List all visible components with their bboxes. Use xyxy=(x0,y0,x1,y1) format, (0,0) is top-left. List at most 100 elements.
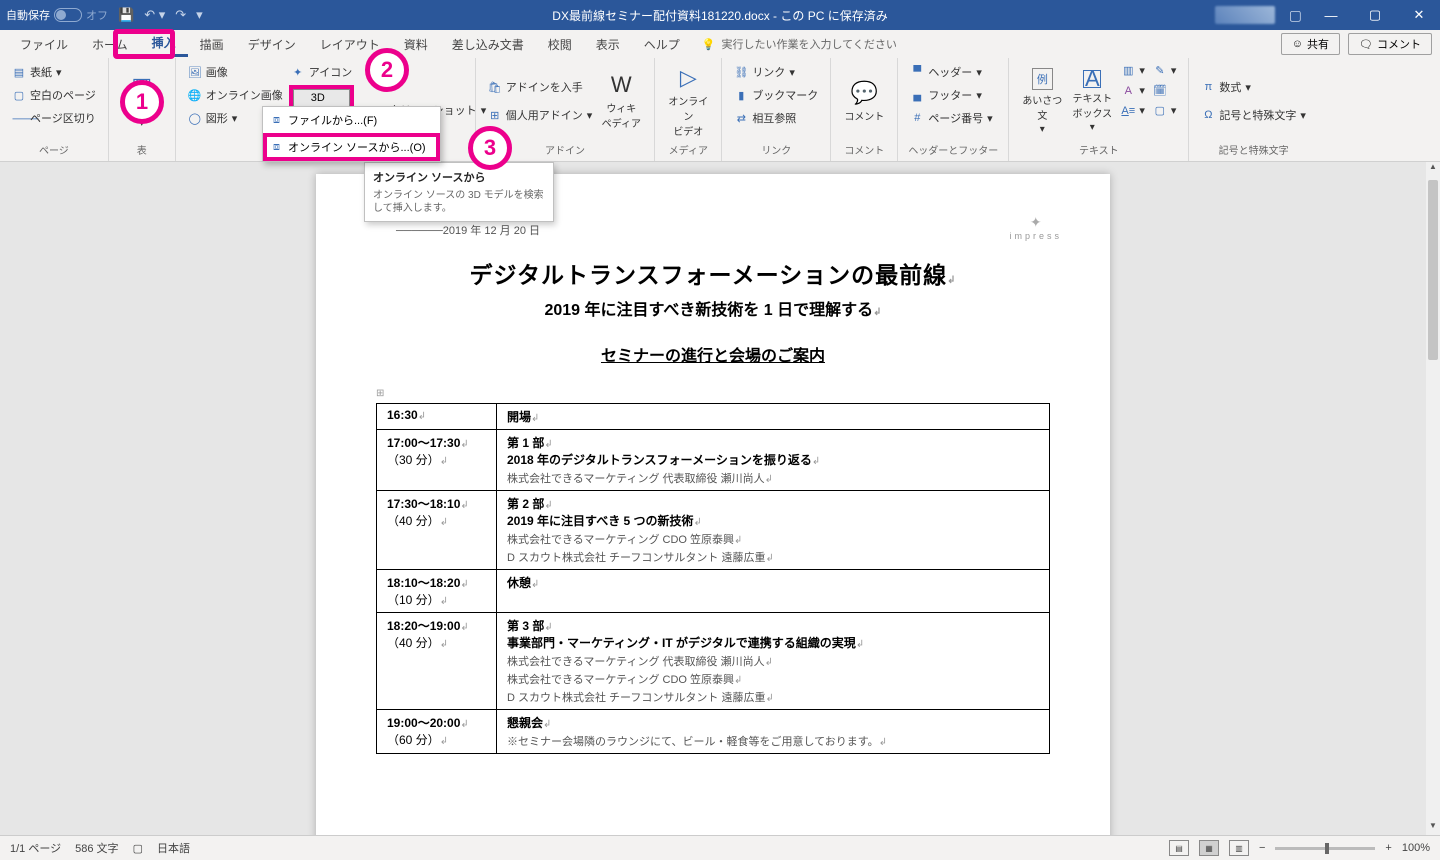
autosave-toggle[interactable]: 自動保存 オフ xyxy=(6,7,108,23)
tab-design[interactable]: デザイン xyxy=(236,31,308,57)
object-button[interactable]: ▢▾ xyxy=(1151,102,1179,119)
ribbon-display-icon[interactable]: ▢ xyxy=(1289,7,1302,24)
doc-heading-2: 2019 年に注目すべき新技術を 1 日で理解する↲ xyxy=(376,296,1050,320)
menu-from-file[interactable]: ⧈ファイルから...(F) xyxy=(263,107,440,133)
view-web-button[interactable]: ▥ xyxy=(1229,840,1249,856)
tab-file[interactable]: ファイル xyxy=(8,31,80,57)
link-button[interactable]: ⛓リンク ▾ xyxy=(732,62,820,82)
pictures-button[interactable]: 🖼画像 xyxy=(186,62,285,82)
comment-icon: 💬 xyxy=(851,80,878,106)
menu-from-online[interactable]: ⧈オンライン ソースから...(O) xyxy=(263,133,440,161)
document-title: DX最前線セミナー配付資料181220.docx - この PC に保存済み xyxy=(552,7,887,24)
annotation-2: 2 xyxy=(365,48,409,92)
get-addins-button[interactable]: 🛍アドインを入手 xyxy=(486,77,595,97)
comment-button[interactable]: 💬コメント xyxy=(841,62,887,140)
comments-button[interactable]: 🗨 コメント xyxy=(1348,33,1432,55)
status-words[interactable]: 586 文字 xyxy=(75,840,118,856)
scroll-down-icon[interactable]: ▼ xyxy=(1426,821,1440,835)
table-row: 16:30↲開場↲ xyxy=(377,404,1050,430)
redo-icon[interactable]: ↷ xyxy=(175,7,186,23)
store-icon: 🛍 xyxy=(488,81,502,94)
page-break-button[interactable]: ⸻ページ区切り xyxy=(10,108,98,128)
spell-icon[interactable]: ▢ xyxy=(133,842,143,855)
video-icon: ▷ xyxy=(680,65,697,91)
wordart-button[interactable]: A▾ xyxy=(1119,82,1147,99)
header-button[interactable]: ▀ヘッダー ▾ xyxy=(908,62,994,82)
scrollbar-thumb[interactable] xyxy=(1428,180,1438,360)
zoom-slider[interactable] xyxy=(1275,847,1375,850)
group-links: リンク xyxy=(732,140,820,161)
document-canvas[interactable]: ✦impress ──────2019 年 12 月 20 日 デジタルトランス… xyxy=(0,162,1426,835)
textbox-button[interactable]: Aテキスト ボックス▾ xyxy=(1069,62,1115,140)
zoom-out-button[interactable]: − xyxy=(1259,842,1265,854)
online-video-button[interactable]: ▷オンライン ビデオ xyxy=(665,62,711,140)
greeting-icon: 例 xyxy=(1032,68,1053,90)
minimize-button[interactable]: ― xyxy=(1316,8,1346,23)
tab-home[interactable]: ホーム xyxy=(80,31,140,57)
schedule-table: 16:30↲開場↲17:00～17:30↲（30 分）↲第 1 部↲2018 年… xyxy=(376,403,1050,754)
pagenum-icon: # xyxy=(910,112,924,124)
undo-icon[interactable]: ↶ ▾ xyxy=(144,7,165,23)
footer-button[interactable]: ▄フッター ▾ xyxy=(908,85,994,105)
tab-help[interactable]: ヘルプ xyxy=(632,31,692,57)
quick-parts-button[interactable]: ▥▾ xyxy=(1119,62,1147,79)
page-icon: ▤ xyxy=(12,66,26,79)
my-addins-button[interactable]: ⊞個人用アドイン ▾ xyxy=(486,105,595,125)
zoom-level[interactable]: 100% xyxy=(1402,842,1430,854)
link-icon: ⛓ xyxy=(734,66,748,79)
wikipedia-button[interactable]: Wウィキ ペディア xyxy=(598,62,644,140)
greeting-button[interactable]: 例あいさつ 文▾ xyxy=(1019,62,1065,140)
equation-button[interactable]: π数式 ▾ xyxy=(1199,77,1308,97)
cover-page-button[interactable]: ▤表紙 ▾ xyxy=(10,62,98,82)
doc-heading-1: デジタルトランスフォーメーションの最前線↲ xyxy=(376,256,1050,290)
break-icon: ⸻ xyxy=(12,110,26,126)
document-page: ✦impress ──────2019 年 12 月 20 日 デジタルトランス… xyxy=(316,174,1110,835)
annotation-3: 3 xyxy=(468,126,512,170)
wordart-icon: A xyxy=(1121,85,1135,97)
table-row: 19:00～20:00↲（60 分）↲懇親会↲※セミナー会場隣のラウンジにて、ビ… xyxy=(377,710,1050,754)
symbol-button[interactable]: Ω記号と特殊文字 ▾ xyxy=(1199,105,1308,125)
tab-view[interactable]: 表示 xyxy=(584,31,632,57)
dropcap-icon: A≡ xyxy=(1121,105,1135,117)
title-bar: 自動保存 オフ 💾 ↶ ▾ ↷ ▾ DX最前線セミナー配付資料181220.do… xyxy=(0,0,1440,30)
view-print-button[interactable]: ▦ xyxy=(1199,840,1219,856)
group-comments: コメント xyxy=(841,140,887,161)
tell-me-search[interactable]: 💡実行したい作業を入力してください xyxy=(702,36,897,52)
date-line: ──────2019 年 12 月 20 日 xyxy=(396,222,1050,238)
blank-page-button[interactable]: ▢空白のページ xyxy=(10,85,98,105)
signature-button[interactable]: ✎▾ xyxy=(1151,62,1179,79)
status-page[interactable]: 1/1 ページ xyxy=(10,840,61,856)
status-lang[interactable]: 日本語 xyxy=(157,840,190,856)
restore-button[interactable]: ▢ xyxy=(1360,7,1390,23)
table-row: 17:00～17:30↲（30 分）↲第 1 部↲2018 年のデジタルトランス… xyxy=(377,430,1050,491)
cross-ref-button[interactable]: ⇄相互参照 xyxy=(732,108,820,128)
page-number-button[interactable]: #ページ番号 ▾ xyxy=(908,108,994,128)
vertical-scrollbar[interactable]: ▲ ▼ xyxy=(1426,162,1440,835)
drop-cap-button[interactable]: A≡▾ xyxy=(1119,102,1147,119)
tooltip-online-source: オンライン ソースから オンライン ソースの 3D モデルを検索して挿入します。 xyxy=(364,162,554,222)
tab-mail[interactable]: 差し込み文書 xyxy=(440,31,536,57)
account-name[interactable] xyxy=(1215,6,1275,24)
addin-icon: ⊞ xyxy=(488,109,502,122)
tab-review[interactable]: 校閲 xyxy=(536,31,584,57)
icons-icon: ✦ xyxy=(291,66,305,79)
qat-more-icon[interactable]: ▾ xyxy=(196,7,203,23)
footer-icon: ▄ xyxy=(910,89,924,101)
scroll-up-icon[interactable]: ▲ xyxy=(1426,162,1440,176)
picture-icon: 🖼 xyxy=(188,66,202,79)
zoom-in-button[interactable]: + xyxy=(1385,842,1391,854)
close-button[interactable]: ✕ xyxy=(1404,7,1434,23)
datetime-button[interactable]: 🗓 xyxy=(1151,82,1179,99)
tab-insert[interactable]: 挿入 xyxy=(140,31,188,57)
icons-button[interactable]: ✦アイコン xyxy=(289,62,354,82)
tab-draw[interactable]: 描画 xyxy=(188,31,236,57)
bookmark-button[interactable]: ▮ブックマーク xyxy=(732,85,820,105)
table-row: 18:20～19:00↲（40 分）↲第 3 部↲事業部門・マーケティング・IT… xyxy=(377,613,1050,710)
save-icon[interactable]: 💾 xyxy=(118,7,134,23)
online-pictures-button[interactable]: 🌐オンライン画像 xyxy=(186,85,285,105)
impress-logo: ✦impress xyxy=(1009,214,1062,241)
group-tables: 表 xyxy=(119,140,165,161)
share-button[interactable]: ☺ 共有 xyxy=(1281,33,1340,55)
view-read-button[interactable]: ▤ xyxy=(1169,840,1189,856)
bulb-icon: 💡 xyxy=(702,38,716,51)
